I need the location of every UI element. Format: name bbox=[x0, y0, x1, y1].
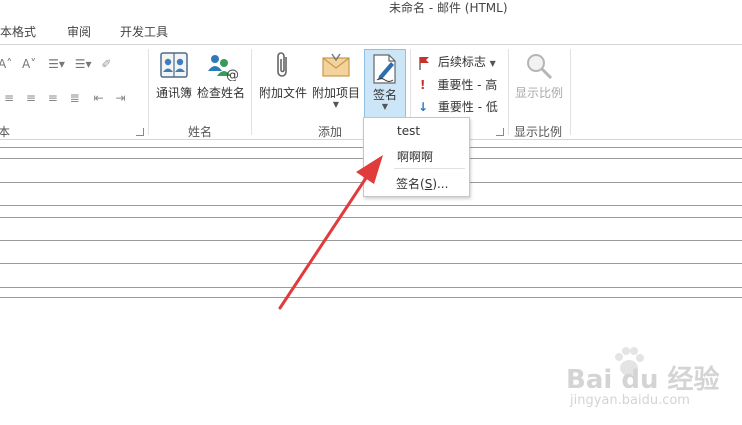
paperclip-icon bbox=[277, 52, 287, 77]
tab-review[interactable]: 审阅 bbox=[67, 23, 91, 40]
group-divider bbox=[508, 49, 509, 135]
chevron-down-icon: ▼ bbox=[489, 59, 496, 68]
attach-file-label: 附加文件 bbox=[258, 86, 307, 100]
svg-text:@: @ bbox=[226, 68, 238, 81]
group-label-names: 姓名 bbox=[188, 125, 213, 139]
signature-icon bbox=[373, 54, 396, 84]
watermark-site: jingyan.baidu.com bbox=[570, 393, 690, 408]
grow-font-icon[interactable]: A˄ bbox=[0, 57, 12, 71]
increase-indent-icon[interactable]: ⇥ bbox=[115, 91, 125, 105]
paragraph-align-controls: ≡ ≡ ≡ ≣ ⇤ ⇥ bbox=[4, 91, 126, 105]
shrink-font-icon[interactable]: A˅ bbox=[22, 57, 36, 71]
chevron-down-icon: ▼ bbox=[381, 102, 389, 111]
low-importance-button[interactable]: ↓ 重要性 - 低 bbox=[418, 98, 498, 115]
tab-developer[interactable]: 开发工具 bbox=[120, 23, 168, 40]
high-importance-label: 重要性 - 高 bbox=[437, 78, 498, 92]
annotation-arrow-icon bbox=[278, 155, 383, 310]
signature-button[interactable]: 签名 ▼ bbox=[364, 49, 406, 121]
justify-icon[interactable]: ≣ bbox=[70, 91, 80, 105]
align-left-icon[interactable]: ≡ bbox=[4, 91, 14, 105]
chevron-down-icon: ▼ bbox=[332, 100, 340, 109]
bullets-icon[interactable]: ☰▾ bbox=[48, 57, 65, 71]
down-arrow-icon: ↓ bbox=[418, 100, 429, 114]
flag-icon bbox=[419, 56, 429, 70]
tags-launcher-icon[interactable] bbox=[496, 128, 504, 136]
ribbon-tabs: 文本格式 审阅 开发工具 bbox=[0, 20, 742, 46]
high-importance-button[interactable]: ! 重要性 - 高 bbox=[420, 76, 497, 93]
group-divider bbox=[570, 49, 571, 135]
basic-text-launcher-icon[interactable] bbox=[136, 128, 144, 136]
watermark-brand: Bai du 经验 bbox=[566, 365, 720, 395]
watermark: Bai du 经验 jingyan.baidu.com bbox=[560, 345, 740, 415]
group-label-basic-text: 本 bbox=[0, 125, 11, 139]
align-center-icon[interactable]: ≡ bbox=[26, 91, 36, 105]
signature-menu-item[interactable]: test bbox=[397, 124, 420, 138]
address-book-button[interactable]: 通讯簿 bbox=[154, 51, 194, 101]
numbering-icon[interactable]: ☰▾ bbox=[75, 57, 92, 71]
group-divider bbox=[148, 49, 149, 135]
attach-item-label: 附加项目 bbox=[311, 86, 360, 100]
envelope-icon bbox=[322, 53, 350, 77]
address-book-icon bbox=[160, 52, 188, 78]
check-names-icon: @ bbox=[208, 55, 238, 81]
tab-format-text[interactable]: 文本格式 bbox=[0, 23, 36, 40]
decrease-indent-icon[interactable]: ⇤ bbox=[94, 91, 104, 105]
zoom-button[interactable]: 显示比例 bbox=[512, 51, 566, 101]
manage-signatures-item[interactable]: 签名(S)... bbox=[396, 175, 448, 192]
signature-label: 签名 bbox=[372, 88, 397, 102]
menu-separator bbox=[394, 168, 465, 169]
group-label-zoom: 显示比例 bbox=[514, 125, 563, 139]
zoom-label: 显示比例 bbox=[514, 86, 563, 100]
font-size-controls: A˄ A˅ ☰▾ ☰▾ ✐ bbox=[0, 57, 111, 71]
address-book-label: 通讯簿 bbox=[155, 86, 192, 100]
group-label-include: 添加 bbox=[318, 125, 343, 139]
follow-up-label: 后续标志 bbox=[437, 55, 486, 69]
magnifier-icon bbox=[527, 54, 553, 80]
window-title-bar: 未命名 - 邮件 (HTML) bbox=[0, 0, 742, 20]
check-names-label: 检查姓名 bbox=[196, 86, 245, 100]
check-names-button[interactable]: @ 检查姓名 bbox=[196, 51, 246, 101]
clear-format-icon[interactable]: ✐ bbox=[101, 57, 111, 71]
align-right-icon[interactable]: ≡ bbox=[48, 91, 58, 105]
low-importance-label: 重要性 - 低 bbox=[437, 100, 498, 114]
signature-menu-item[interactable]: 啊啊啊 bbox=[397, 148, 433, 165]
group-divider bbox=[251, 49, 252, 135]
window-title: 未命名 - 邮件 (HTML) bbox=[389, 1, 508, 15]
exclamation-icon: ! bbox=[420, 78, 426, 92]
attach-item-button[interactable]: 附加项目 ▼ bbox=[310, 51, 362, 109]
attach-file-button[interactable]: 附加文件 bbox=[258, 51, 308, 101]
follow-up-button[interactable]: 后续标志 ▼ bbox=[418, 53, 496, 70]
